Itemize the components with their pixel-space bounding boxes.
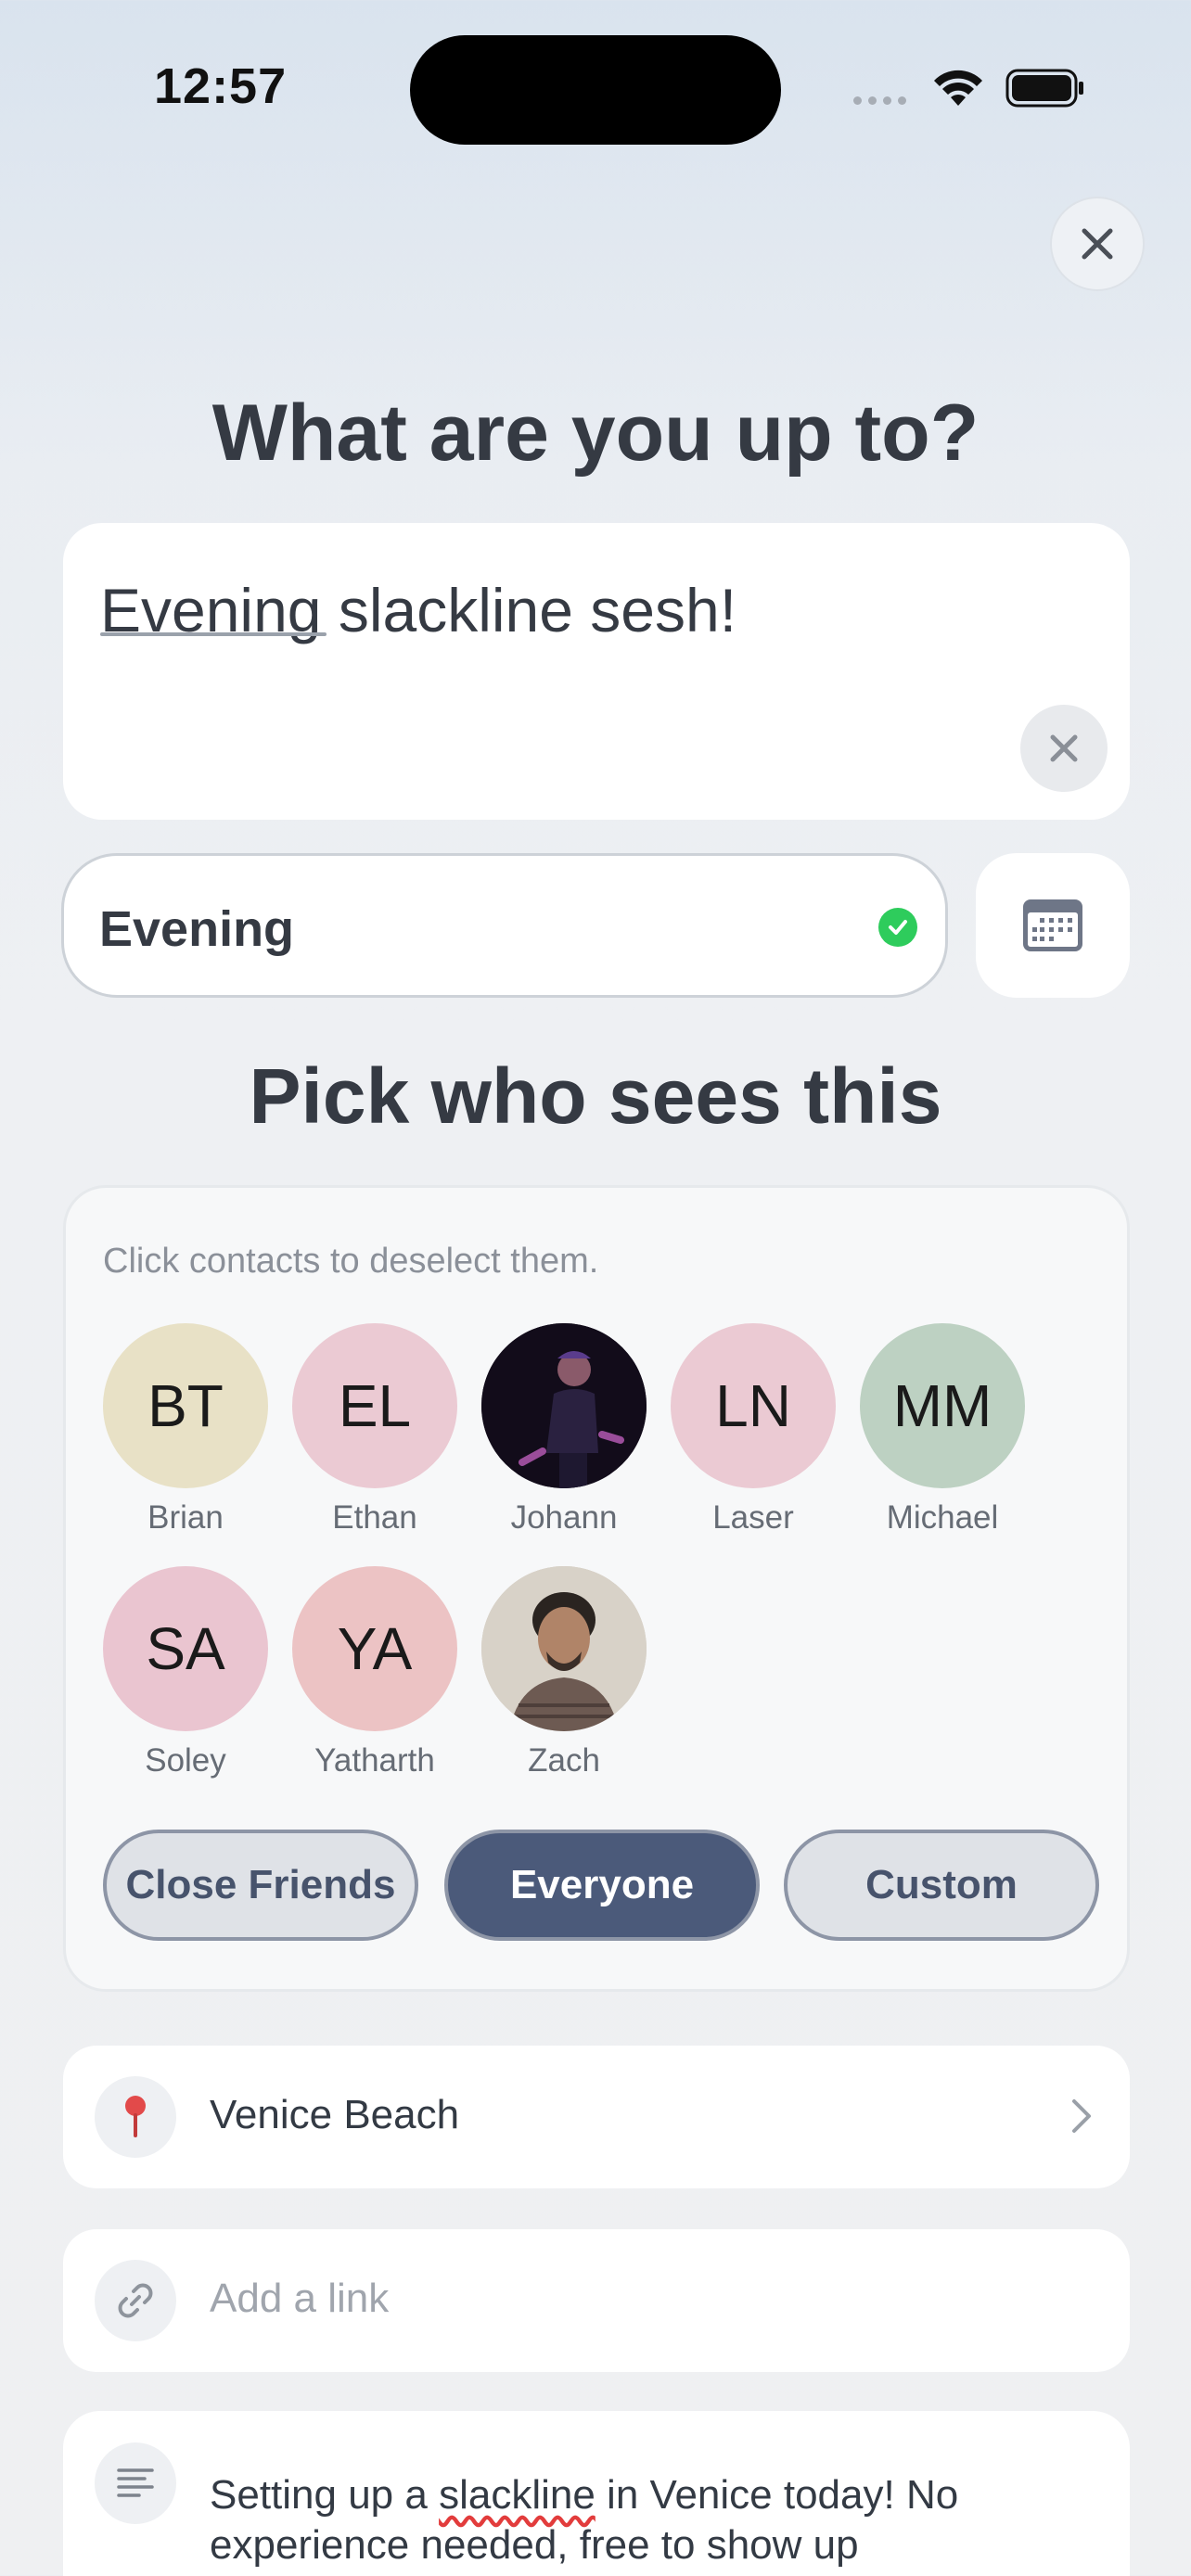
contact-soley[interactable]: SA Soley: [103, 1566, 268, 1779]
contact-zach[interactable]: Zach: [481, 1566, 647, 1779]
avatar: SA: [103, 1566, 268, 1731]
segment-everyone[interactable]: Everyone: [444, 1830, 760, 1941]
contact-name: Yatharth: [314, 1742, 435, 1779]
avatar: LN: [671, 1323, 836, 1488]
contact-name: Michael: [886, 1499, 999, 1536]
time-value: Evening: [99, 901, 295, 957]
audience-title: Pick who sees this: [249, 1052, 942, 1140]
avatar-initials: LN: [715, 1372, 791, 1439]
contact-name: Ethan: [332, 1499, 417, 1536]
avatar-photo: [481, 1566, 647, 1731]
avatar-photo: [481, 1323, 647, 1488]
avatar-initials: YA: [337, 1615, 413, 1682]
contact-name: Soley: [145, 1742, 226, 1779]
link-row[interactable]: Add a link: [63, 2229, 1130, 2372]
notes-text-part: Setting up a: [210, 2472, 440, 2518]
segment-close-friends[interactable]: Close Friends: [103, 1830, 418, 1941]
contact-grid: BT Brian EL Ethan Johann LN Laser MM Michael SA So…: [103, 1323, 1105, 1779]
avatar-initials: MM: [892, 1372, 992, 1439]
avatar: MM: [860, 1323, 1025, 1488]
activity-text-rest: slackline sesh!: [321, 576, 737, 644]
contact-brian[interactable]: BT Brian: [103, 1323, 268, 1537]
avatar: [481, 1323, 647, 1488]
notes-field[interactable]: Setting up a slackline in Venice today! …: [63, 2411, 1130, 2576]
checkmark-icon: [878, 908, 917, 947]
close-icon: [1050, 734, 1078, 762]
contact-johann[interactable]: Johann: [481, 1323, 647, 1537]
avatar-initials: EL: [338, 1372, 412, 1439]
wifi-icon: [934, 70, 982, 106]
contact-name: Johann: [510, 1499, 618, 1536]
contact-yatharth[interactable]: YA Yatharth: [292, 1566, 457, 1779]
avatar: YA: [292, 1566, 457, 1731]
contact-ethan[interactable]: EL Ethan: [292, 1323, 457, 1537]
cellular-signal-icon: [853, 96, 906, 105]
avatar: BT: [103, 1323, 268, 1488]
close-icon: [1082, 228, 1113, 260]
avatar: [481, 1566, 647, 1731]
close-button[interactable]: [1050, 197, 1145, 291]
link-icon: [95, 2260, 176, 2341]
activity-input[interactable]: Evening slackline sesh!: [63, 523, 1130, 820]
contact-name: Brian: [147, 1499, 224, 1536]
pin-icon: [95, 2076, 176, 2158]
avatar-initials: BT: [147, 1372, 224, 1439]
chevron-right-icon: [1072, 2099, 1091, 2133]
avatar: EL: [292, 1323, 457, 1488]
battery-icon: [1005, 69, 1083, 108]
location-value: Venice Beach: [210, 2092, 460, 2137]
notes-text[interactable]: Setting up a slackline in Venice today! …: [210, 2470, 1100, 2570]
contact-name: Laser: [712, 1499, 794, 1536]
dynamic-island: [410, 35, 781, 145]
segment-custom[interactable]: Custom: [784, 1830, 1099, 1941]
clear-text-button[interactable]: [1020, 705, 1108, 792]
contact-laser[interactable]: LN Laser: [671, 1323, 836, 1537]
contact-name: Zach: [528, 1742, 600, 1779]
calendar-icon: [1023, 899, 1082, 951]
link-input[interactable]: Add a link: [210, 2276, 389, 2322]
contact-michael[interactable]: MM Michael: [860, 1323, 1025, 1537]
misspelled-word: slackline: [439, 2472, 596, 2518]
avatar-initials: SA: [146, 1615, 225, 1682]
calendar-button[interactable]: [976, 853, 1130, 998]
autocorrect-underline: [100, 632, 327, 636]
text-lines-icon: [95, 2442, 176, 2524]
location-row[interactable]: Venice Beach: [63, 2046, 1130, 2188]
audience-hint: Click contacts to deselect them.: [103, 1242, 599, 1281]
page-title: What are you up to?: [211, 389, 980, 478]
time-field[interactable]: Evening: [61, 853, 948, 998]
status-time: 12:57: [154, 58, 288, 114]
audience-card: Click contacts to deselect them. BT Brian…: [63, 1185, 1130, 1992]
